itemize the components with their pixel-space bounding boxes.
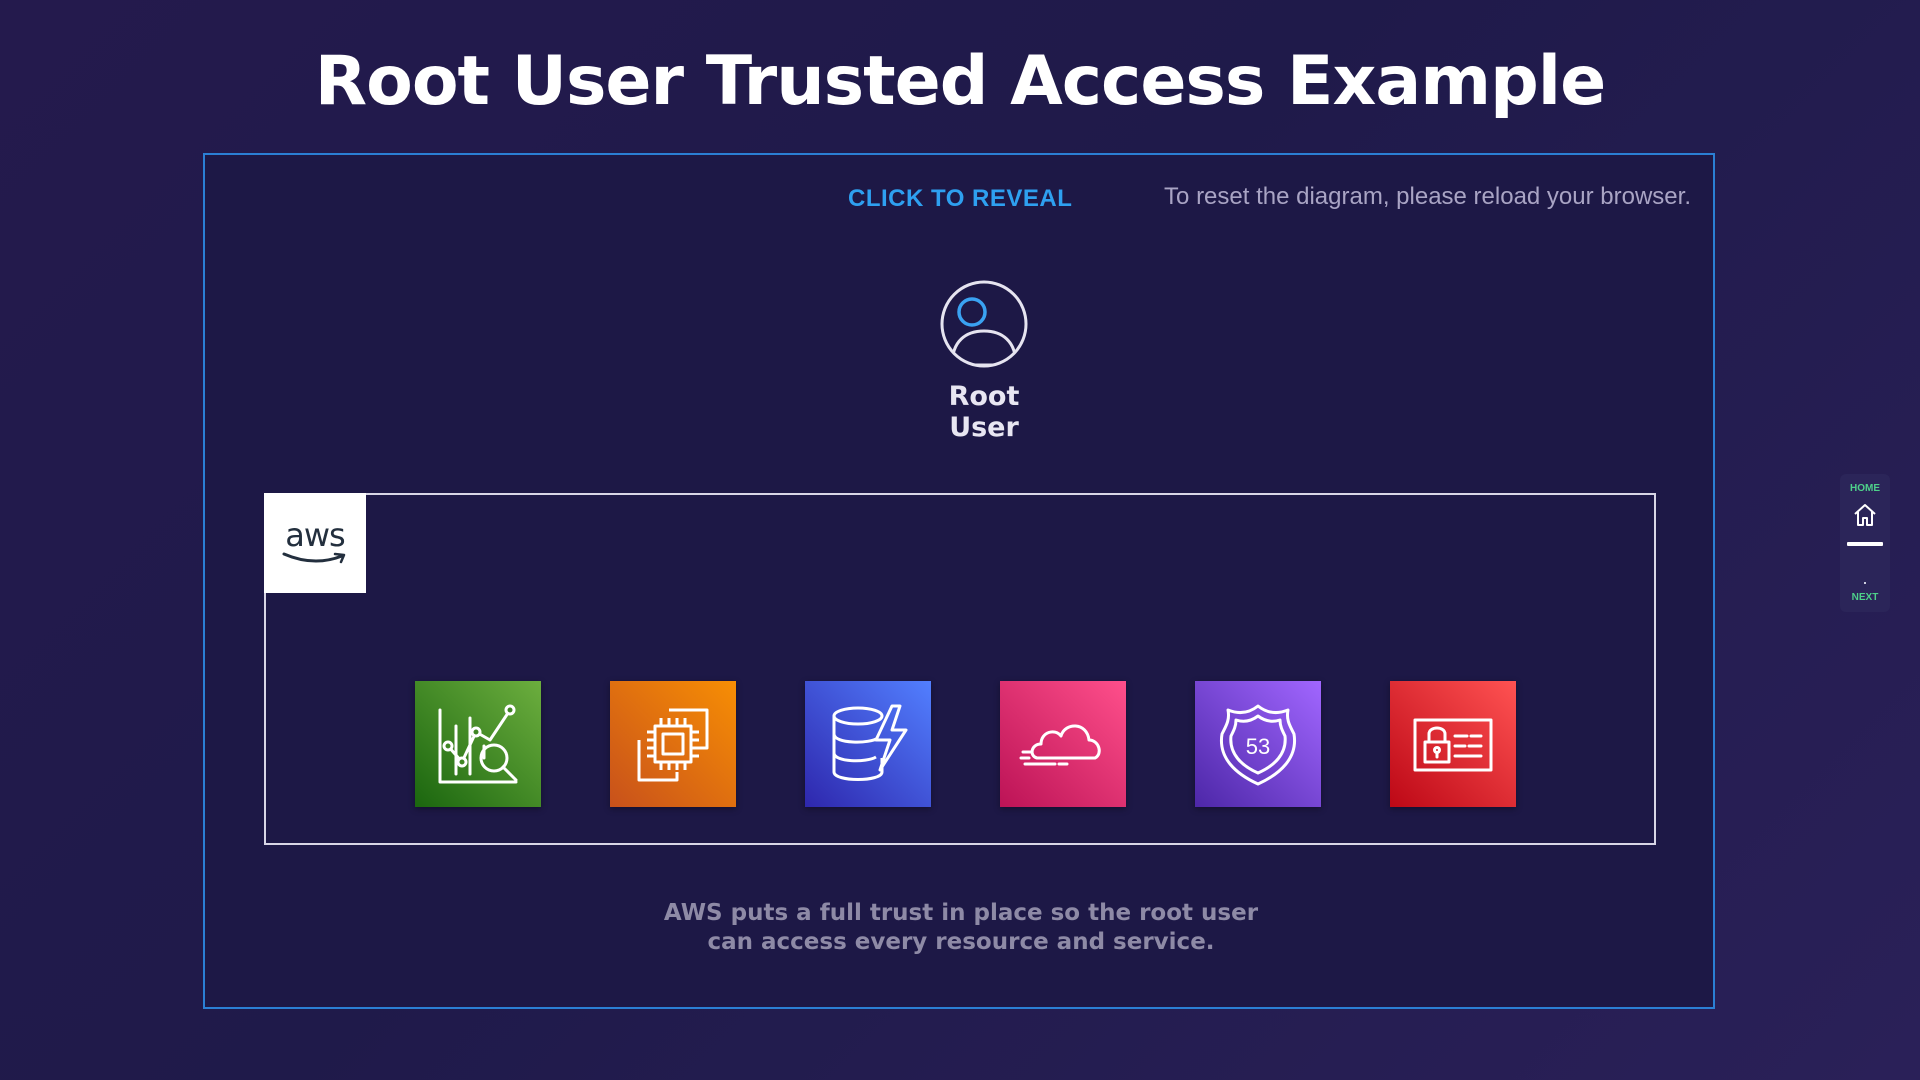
click-to-reveal-button[interactable]: CLICK TO REVEAL	[848, 185, 1072, 213]
page-title: Root User Trusted Access Example	[314, 42, 1606, 121]
caption-line-1: AWS puts a full trust in place so the ro…	[663, 900, 1259, 926]
aws-account-boundary: aws 53	[264, 493, 1656, 845]
services-row: 53	[415, 681, 1516, 807]
diagram-panel: CLICK TO REVEAL To reset the diagram, pl…	[203, 153, 1715, 1009]
service-tile-route53[interactable]: 53	[1195, 681, 1321, 807]
nav-home-label[interactable]: HOME	[1840, 483, 1890, 494]
database-lightning-icon	[832, 704, 908, 781]
identity-lock-card-icon	[1413, 718, 1493, 772]
nav-progress-bar	[1847, 542, 1883, 546]
cloud-speed-icon	[1019, 724, 1101, 766]
service-tile-compute[interactable]	[610, 681, 736, 807]
service-tile-database[interactable]	[805, 681, 931, 807]
analytics-search-icon	[438, 704, 518, 784]
nav-dot	[1864, 582, 1866, 584]
caption-line-2: can access every resource and service.	[707, 929, 1215, 955]
route53-shield-icon: 53	[1219, 704, 1297, 786]
route53-badge: 53	[1246, 734, 1270, 759]
root-user-label: Root User	[948, 381, 1020, 443]
aws-logo-text: aws	[285, 516, 345, 554]
reset-note: To reset the diagram, please reload your…	[1164, 183, 1691, 210]
aws-smile-icon	[282, 552, 346, 564]
user-icon	[914, 279, 1054, 369]
root-user-node: Root User	[914, 279, 1054, 443]
chip-compute-icon	[637, 708, 709, 782]
aws-logo: aws	[264, 493, 366, 593]
service-tile-cloud[interactable]	[1000, 681, 1126, 807]
service-tile-identity[interactable]	[1390, 681, 1516, 807]
diagram-caption: AWS puts a full trust in place so the ro…	[205, 899, 1717, 957]
home-icon[interactable]	[1852, 502, 1878, 533]
nav-next-button[interactable]: NEXT	[1840, 592, 1890, 603]
slide-navigation: HOME NEXT	[1840, 474, 1890, 612]
service-tile-analytics[interactable]	[415, 681, 541, 807]
